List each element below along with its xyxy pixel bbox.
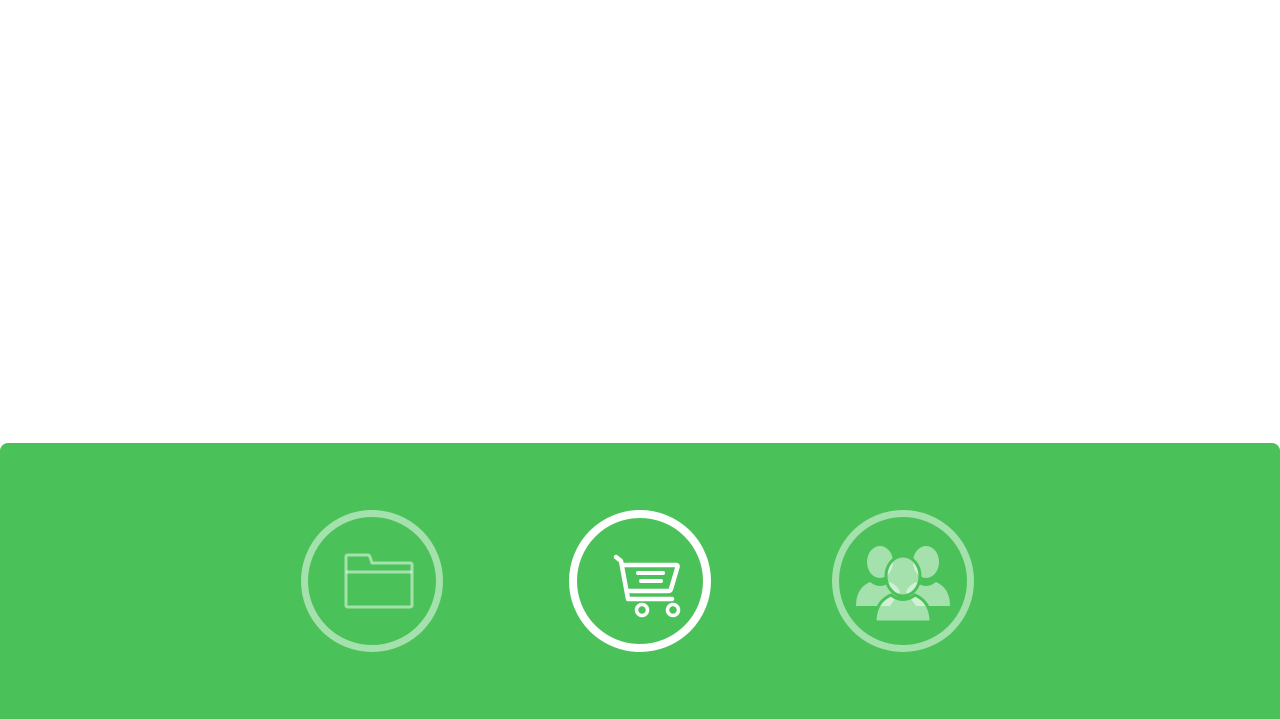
folder-nav-button[interactable] <box>301 510 443 652</box>
app-screen <box>0 0 1280 719</box>
shopping-cart-icon <box>594 535 686 627</box>
folder-icon <box>326 535 418 627</box>
cart-nav-button[interactable] <box>569 510 711 652</box>
bottom-nav-panel <box>0 443 1280 719</box>
content-area <box>0 0 1280 443</box>
users-group-icon <box>848 526 958 636</box>
people-nav-button[interactable] <box>832 510 974 652</box>
